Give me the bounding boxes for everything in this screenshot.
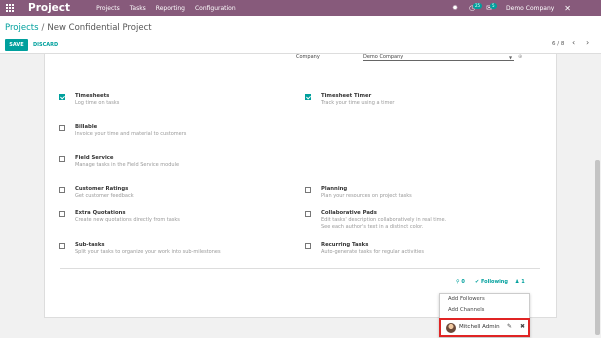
- following-label: Following: [480, 279, 508, 285]
- activity-clock-icon[interactable]: ◷ 25: [466, 0, 483, 16]
- planning-checkbox[interactable]: [305, 187, 311, 193]
- attachments-button[interactable]: ⚲ 0: [456, 279, 465, 285]
- chevron-right-icon[interactable]: ›: [586, 38, 589, 47]
- setting-desc: Create new quotations directly from task…: [75, 217, 180, 223]
- discard-button[interactable]: DISCARD: [33, 39, 58, 51]
- setting-title: Billable: [75, 124, 98, 130]
- field-service-checkbox[interactable]: [59, 156, 65, 162]
- setting-title: Extra Quotations: [75, 210, 126, 216]
- setting-title: Timesheet Timer: [321, 93, 372, 99]
- external-link-icon[interactable]: ⊕: [518, 54, 522, 60]
- setting-title: Field Service: [75, 155, 114, 161]
- setting-desc: Invoice your time and material to custom…: [75, 131, 187, 137]
- sub-tasks-checkbox[interactable]: [59, 243, 65, 249]
- scrollbar[interactable]: [595, 160, 600, 335]
- setting-desc: Split your tasks to organize your work i…: [75, 249, 221, 255]
- caret-down-icon[interactable]: ▼: [509, 55, 512, 60]
- setting-title: Planning: [321, 186, 348, 192]
- check-icon: ✔: [475, 279, 480, 285]
- setting-title: Timesheets: [75, 93, 110, 99]
- timesheet-timer-checkbox[interactable]: [305, 94, 311, 100]
- activity-badge: 25: [473, 3, 483, 9]
- avatar: [446, 323, 456, 333]
- setting-desc: Track your time using a timer: [321, 100, 395, 106]
- extra-quotations-checkbox[interactable]: [59, 211, 65, 217]
- company-field[interactable]: Demo Company: [363, 54, 514, 61]
- company-label: Company: [296, 54, 320, 60]
- chatter-divider: [60, 268, 540, 269]
- bug-icon[interactable]: ✹: [449, 0, 461, 16]
- top-navbar: Project Projects Tasks Reporting Configu…: [0, 0, 601, 16]
- messages-icon[interactable]: ✉ 5: [483, 0, 497, 16]
- setting-title: Recurring Tasks: [321, 242, 369, 248]
- setting-desc: Get customer feedback: [75, 193, 134, 199]
- collaborative-pads-checkbox[interactable]: [305, 211, 311, 217]
- follower-name[interactable]: Mitchell Admin: [459, 324, 500, 330]
- breadcrumb: Projects / New Confidential Project: [5, 23, 152, 33]
- timesheets-checkbox[interactable]: [59, 94, 65, 100]
- setting-desc: Edit tasks' description collaboratively …: [321, 217, 447, 223]
- app-menu-icon[interactable]: [6, 3, 18, 13]
- recurring-tasks-checkbox[interactable]: [305, 243, 311, 249]
- chevron-left-icon[interactable]: ‹: [572, 38, 575, 47]
- setting-title: Customer Ratings: [75, 186, 129, 192]
- paperclip-icon: ⚲: [456, 279, 460, 285]
- add-channels-item[interactable]: Add Channels: [448, 307, 484, 313]
- user-icon: ♟: [515, 279, 520, 285]
- pencil-icon[interactable]: ✎: [507, 323, 512, 330]
- following-button[interactable]: ✔ Following: [475, 279, 508, 285]
- setting-desc-2: See each author's text in a distinct col…: [321, 224, 424, 230]
- control-panel: Projects / New Confidential Project SAVE D…: [0, 16, 601, 54]
- company-switcher[interactable]: Demo Company: [506, 5, 554, 12]
- messages-badge: 5: [490, 3, 497, 9]
- pager-value[interactable]: 6 / 8: [552, 41, 564, 47]
- app-name[interactable]: Project: [28, 2, 70, 14]
- attachments-count: 0: [461, 279, 465, 285]
- close-icon[interactable]: ✕: [564, 4, 571, 13]
- followers-button[interactable]: ♟ 1: [515, 279, 525, 285]
- menu-configuration[interactable]: Configuration: [195, 5, 236, 12]
- main-menu: Projects Tasks Reporting Configuration: [96, 5, 246, 12]
- setting-desc: Plan your resources on project tasks: [321, 193, 412, 199]
- breadcrumb-separator: /: [41, 23, 45, 33]
- breadcrumb-projects[interactable]: Projects: [5, 23, 39, 33]
- setting-title: Sub-tasks: [75, 242, 105, 248]
- menu-reporting[interactable]: Reporting: [156, 5, 185, 12]
- customer-ratings-checkbox[interactable]: [59, 187, 65, 193]
- setting-desc: Manage tasks in the Field Service module: [75, 162, 180, 168]
- followers-count: 1: [521, 279, 525, 285]
- save-button[interactable]: SAVE: [5, 39, 28, 51]
- navbar-systray: ✹ ◷ 25 ✉ 5 Demo Company ✕: [449, 0, 601, 16]
- menu-tasks[interactable]: Tasks: [130, 5, 146, 12]
- setting-title: Collaborative Pads: [321, 210, 377, 216]
- close-icon[interactable]: ✖: [520, 323, 525, 330]
- setting-desc: Auto-generate tasks for regular activiti…: [321, 249, 424, 255]
- add-followers-item[interactable]: Add Followers: [448, 296, 485, 302]
- menu-projects[interactable]: Projects: [96, 5, 120, 12]
- breadcrumb-current: New Confidential Project: [47, 23, 152, 33]
- setting-desc: Log time on tasks: [75, 100, 120, 106]
- follower-row[interactable]: Mitchell Admin ✎ ✖: [439, 318, 530, 337]
- billable-checkbox[interactable]: [59, 125, 65, 131]
